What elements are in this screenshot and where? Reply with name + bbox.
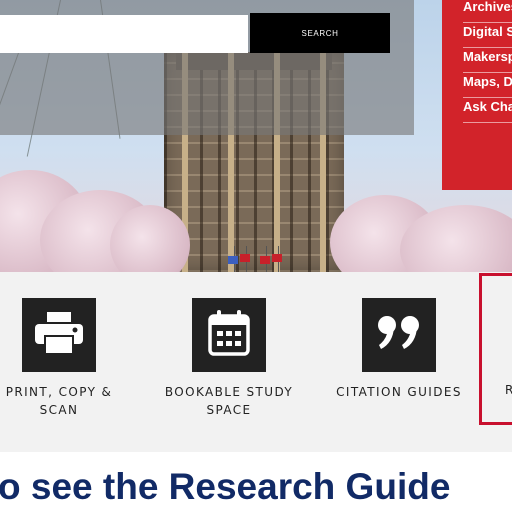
- citation-guides-tile[interactable]: [362, 298, 436, 372]
- caption-text: o see the Research Guide: [0, 466, 451, 507]
- quick-link-archives[interactable]: Archives: [463, 0, 512, 23]
- quick-link-maps[interactable]: Maps, D: [463, 71, 512, 98]
- search-input[interactable]: [0, 15, 248, 53]
- quick-link-ask-chat[interactable]: Ask Cha: [463, 96, 512, 123]
- print-copy-scan-label[interactable]: PRINT, COPY & SCAN: [0, 383, 118, 419]
- citation-guides-label[interactable]: CITATION GUIDES: [330, 383, 468, 401]
- print-copy-scan-tile[interactable]: [22, 298, 96, 372]
- highlight-box: [479, 273, 512, 425]
- calendar-icon: [208, 310, 250, 360]
- bookable-study-space-label[interactable]: BOOKABLE STUDY SPACE: [160, 383, 298, 419]
- quick-links-panel: Archives Digital S Makersp Maps, D Ask C…: [442, 0, 512, 190]
- search-band: SEARCH: [0, 0, 414, 135]
- bookable-study-space-tile[interactable]: [192, 298, 266, 372]
- search-button[interactable]: SEARCH: [250, 13, 390, 53]
- research-guides-label[interactable]: R: [505, 383, 512, 397]
- quick-link-makerspace[interactable]: Makersp: [463, 46, 512, 73]
- quick-link-digital[interactable]: Digital S: [463, 21, 512, 48]
- quote-icon: [377, 315, 421, 355]
- printer-icon: [35, 312, 83, 358]
